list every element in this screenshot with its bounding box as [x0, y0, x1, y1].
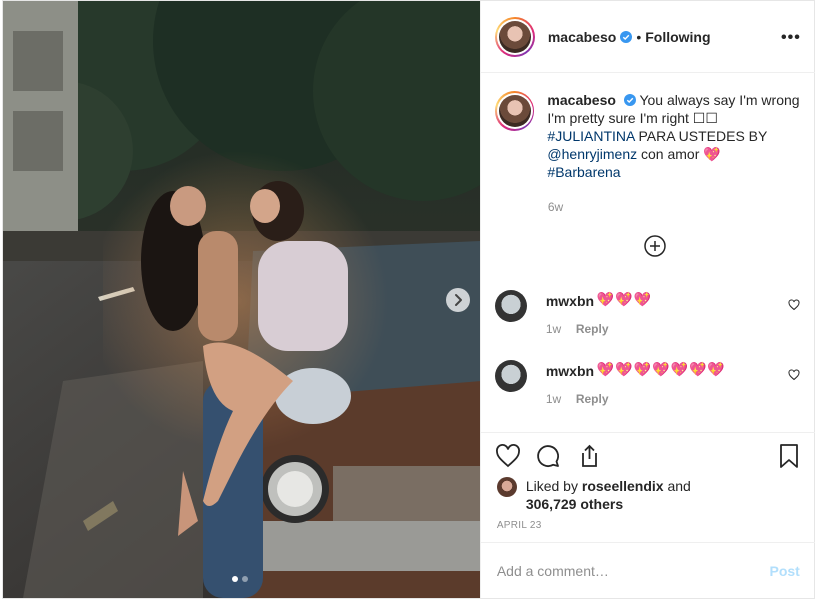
likes-summary: Liked by roseellendix and 306,729 others	[496, 477, 797, 513]
comment-input[interactable]	[496, 562, 770, 579]
add-comment-bar: Post	[480, 542, 815, 598]
avatar[interactable]	[498, 20, 531, 53]
comment-avatar[interactable]	[494, 360, 527, 392]
comment-like-heart-icon[interactable]	[788, 299, 800, 311]
story-ring[interactable]	[494, 16, 535, 57]
load-more-comments-icon[interactable]	[644, 235, 666, 257]
caption-body-2: PARA USTEDES BY	[634, 128, 768, 144]
post-photo[interactable]	[3, 1, 480, 598]
comment-timestamp[interactable]: 1w	[546, 392, 561, 406]
following-button[interactable]: Following	[645, 29, 710, 45]
next-slide-button[interactable]	[446, 288, 470, 312]
comment-icon[interactable]	[535, 443, 561, 469]
liker-username[interactable]: roseellendix	[582, 478, 664, 494]
comment-text: 💖💖💖	[596, 291, 653, 307]
comment-timestamp[interactable]: 1w	[546, 322, 561, 336]
likes-count[interactable]: 306,729 others	[526, 496, 623, 512]
caption-avatar[interactable]	[498, 95, 531, 127]
caption-body-3: con amor 💖	[637, 146, 721, 162]
post-header: macabeso • Following •••	[480, 1, 815, 73]
verified-badge-icon	[620, 30, 633, 43]
caption: macabeso You always say I'm wrong I'm pr…	[494, 91, 805, 181]
post-date[interactable]: APRIL 23	[497, 520, 542, 531]
bookmark-icon[interactable]	[776, 443, 802, 469]
header-separator: •	[636, 28, 642, 45]
comment-like-heart-icon[interactable]	[788, 369, 800, 381]
share-icon[interactable]	[575, 443, 601, 469]
post-card: macabeso • Following ••• macabeso You al…	[2, 0, 815, 599]
verified-badge-icon	[623, 94, 636, 106]
heart-icon[interactable]	[495, 443, 521, 469]
more-options-button[interactable]: •••	[781, 29, 801, 47]
carousel-dot-active	[232, 576, 238, 582]
liker-avatar[interactable]	[496, 477, 517, 497]
hashtag-link[interactable]: #Barbarena	[547, 164, 620, 180]
caption-timestamp[interactable]: 6w	[548, 200, 563, 214]
mention-link[interactable]: @henryjimenz	[547, 146, 637, 162]
carousel-dot	[242, 576, 248, 582]
hashtag-link[interactable]: #JULIANTINA	[547, 128, 634, 144]
caption-story-ring[interactable]	[494, 91, 535, 131]
caption-text: macabeso You always say I'm wrong I'm pr…	[547, 91, 804, 181]
reply-button[interactable]: Reply	[576, 392, 609, 406]
reply-button[interactable]: Reply	[576, 322, 609, 336]
comment-text: 💖💖💖💖💖💖💖	[596, 361, 726, 377]
post-actions-bar	[480, 432, 815, 480]
comment-username[interactable]: mwxbn	[546, 293, 594, 309]
carousel-indicator	[232, 576, 248, 582]
chevron-right-icon	[455, 294, 462, 306]
post-comment-button[interactable]: Post	[769, 563, 799, 579]
header-username[interactable]: macabeso	[548, 29, 616, 45]
caption-username[interactable]: macabeso	[547, 92, 615, 108]
comment-username[interactable]: mwxbn	[546, 363, 594, 379]
photo-illustration	[3, 1, 480, 598]
comment-avatar[interactable]	[494, 290, 527, 322]
likes-prefix: Liked by	[525, 478, 582, 494]
post-side-panel: macabeso • Following ••• macabeso You al…	[479, 1, 815, 598]
likes-middle: and	[663, 478, 691, 494]
